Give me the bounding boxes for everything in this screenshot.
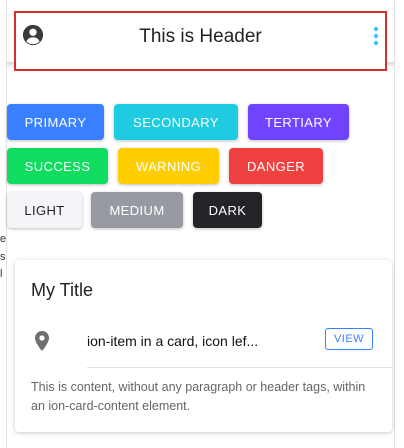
- primary-button[interactable]: PRIMARY: [7, 104, 104, 140]
- page-title: This is Header: [139, 26, 262, 47]
- more-vertical-icon[interactable]: [371, 25, 381, 47]
- view-button[interactable]: VIEW: [325, 328, 373, 350]
- button-label: WARNING: [135, 158, 202, 174]
- button-label: SECONDARY: [133, 114, 219, 130]
- button-label: DANGER: [246, 158, 306, 174]
- button-label: PRIMARY: [24, 114, 87, 130]
- medium-button[interactable]: MEDIUM: [91, 192, 183, 228]
- location-pin-icon: [35, 331, 49, 351]
- dark-button[interactable]: DARK: [193, 192, 262, 228]
- button-label: LIGHT: [24, 202, 65, 218]
- button-label: MEDIUM: [109, 202, 165, 218]
- secondary-button[interactable]: SECONDARY: [114, 104, 238, 140]
- success-button[interactable]: SUCCESS: [7, 148, 108, 184]
- tertiary-button[interactable]: TERTIARY: [248, 104, 349, 140]
- item-divider: [87, 367, 392, 368]
- view-button-label: VIEW: [333, 333, 365, 345]
- card-title: My Title: [31, 280, 94, 300]
- edge-text-fragment: l: [0, 268, 3, 280]
- card-list-item[interactable]: ion-item in a card, icon lef... VIEW: [15, 316, 392, 368]
- button-label: DARK: [208, 202, 247, 218]
- light-button[interactable]: LIGHT: [7, 192, 82, 228]
- card-content: This is content, without any paragraph o…: [31, 380, 366, 413]
- button-label: SUCCESS: [24, 158, 91, 174]
- card: My Title ion-item in a card, icon lef...…: [15, 260, 392, 432]
- button-label: TERTIARY: [264, 114, 332, 130]
- right-divider: [394, 0, 395, 448]
- edge-text-fragment: s: [0, 251, 6, 263]
- app-header: This is Header: [14, 11, 387, 71]
- danger-button[interactable]: DANGER: [229, 148, 323, 184]
- warning-button[interactable]: WARNING: [118, 148, 219, 184]
- item-label: ion-item in a card, icon lef...: [87, 333, 259, 349]
